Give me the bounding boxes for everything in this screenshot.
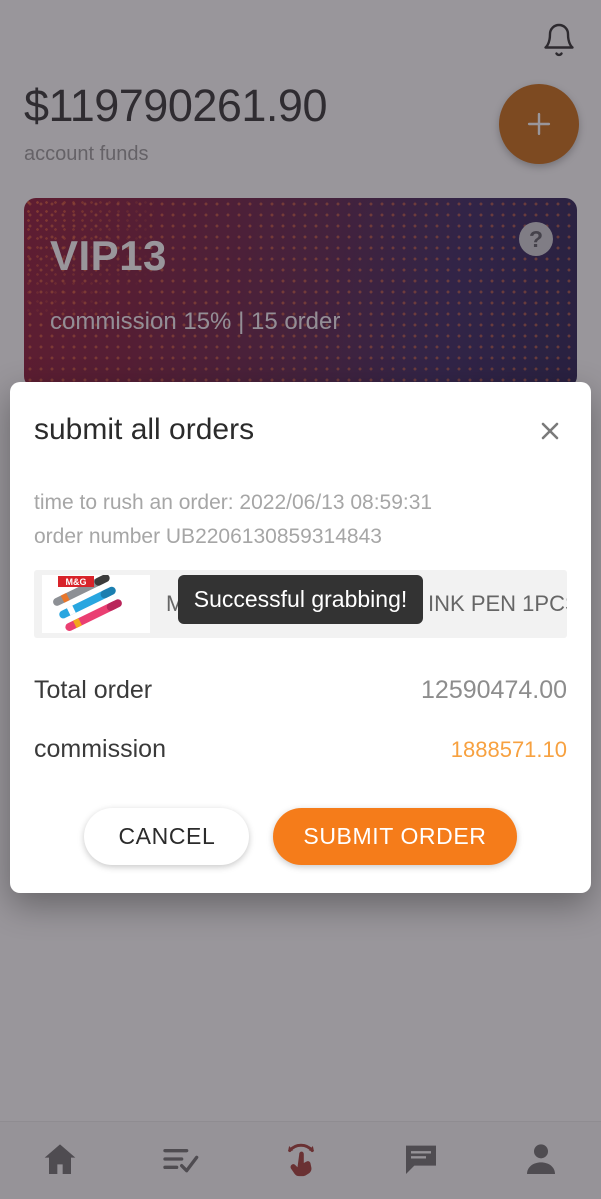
svg-text:M&G: M&G — [66, 577, 87, 587]
gel-pen-product-image: M&G — [42, 575, 150, 633]
commission-label: commission — [34, 735, 166, 764]
submit-orders-dialog: submit all orders time to rush an order:… — [10, 382, 591, 893]
close-icon[interactable] — [533, 414, 567, 448]
order-time: time to rush an order: 2022/06/13 08:59:… — [34, 486, 567, 520]
commission-row: commission 1888571.10 — [34, 735, 567, 764]
dialog-header: submit all orders — [34, 404, 567, 448]
total-order-label: Total order — [34, 676, 152, 705]
order-meta: time to rush an order: 2022/06/13 08:59:… — [34, 486, 567, 554]
toast-message: Successful grabbing! — [178, 575, 423, 624]
order-number: order number UB2206130859314843 — [34, 520, 567, 554]
cancel-button[interactable]: CANCEL — [84, 808, 249, 865]
dialog-actions: CANCEL SUBMIT ORDER — [34, 808, 567, 869]
commission-value: 1888571.10 — [451, 737, 567, 763]
app-root: $119790261.90 account funds VIP13 commis… — [0, 0, 601, 1199]
total-order-value: 12590474.00 — [421, 676, 567, 705]
total-order-row: Total order 12590474.00 — [34, 676, 567, 705]
dialog-title: submit all orders — [34, 412, 254, 448]
submit-order-button[interactable]: SUBMIT ORDER — [273, 808, 516, 865]
